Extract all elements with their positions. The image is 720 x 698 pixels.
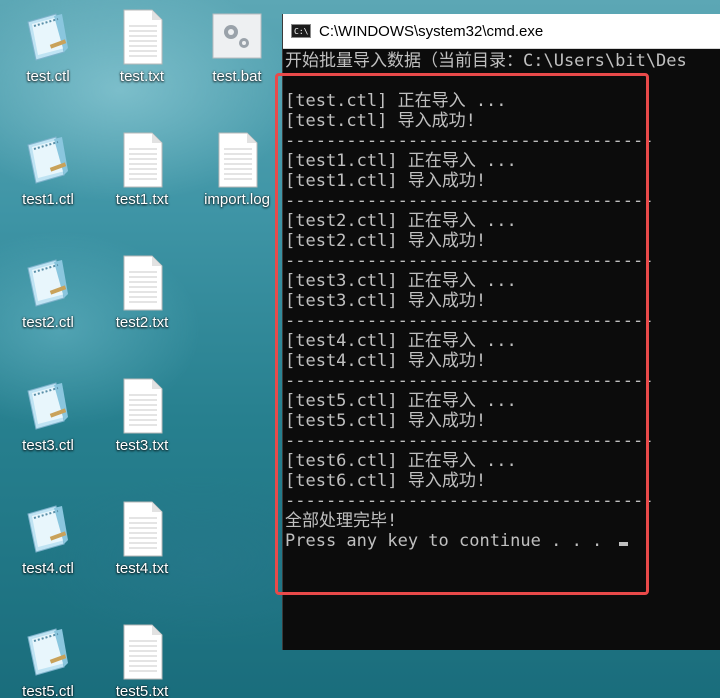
desktop-icon-test5-ctl[interactable]: test5.ctl <box>0 623 96 698</box>
console-line: [test2.ctl] 导入成功! <box>285 231 487 251</box>
console-line: ------------------------------------ <box>285 131 654 151</box>
icon-label: test1.txt <box>115 191 169 208</box>
desktop-icon-test1-ctl[interactable]: test1.ctl <box>0 131 96 223</box>
desktop-icon-test-txt[interactable]: test.txt <box>94 8 190 100</box>
console-line: [test4.ctl] 导入成功! <box>285 351 487 371</box>
console-line: [test4.ctl] 正在导入 ... <box>285 331 517 351</box>
ctl-file-icon <box>20 8 76 66</box>
bat-file-icon <box>209 8 265 66</box>
console-line: [test6.ctl] 导入成功! <box>285 471 487 491</box>
txt-file-icon <box>209 131 265 189</box>
console-line: [test.ctl] 正在导入 ... <box>285 91 507 111</box>
txt-file-icon <box>114 131 170 189</box>
desktop-icon-test5-txt[interactable]: test5.txt <box>94 623 190 698</box>
console-line: ------------------------------------ <box>285 311 654 331</box>
console-line: [test5.ctl] 导入成功! <box>285 411 487 431</box>
txt-file-icon <box>114 500 170 558</box>
console-line: ------------------------------------ <box>285 191 654 211</box>
console-line: [test3.ctl] 导入成功! <box>285 291 487 311</box>
icon-label: test.txt <box>119 68 165 85</box>
txt-file-icon <box>114 377 170 435</box>
icon-label: test4.txt <box>115 560 169 577</box>
icon-label: test3.ctl <box>22 437 74 454</box>
desktop-icon-test2-ctl[interactable]: test2.ctl <box>0 254 96 346</box>
console-line: Press any key to continue . . . <box>285 531 720 551</box>
icon-label: import.log <box>204 191 270 208</box>
desktop-icon-test1-txt[interactable]: test1.txt <box>94 131 190 223</box>
icon-label: test3.txt <box>115 437 169 454</box>
console-line: [test1.ctl] 导入成功! <box>285 171 487 191</box>
ctl-file-icon <box>20 131 76 189</box>
icon-label: test2.txt <box>115 314 169 331</box>
cmd-window[interactable]: C:\ C:\WINDOWS\system32\cmd.exe 开始批量导入数据… <box>282 14 720 650</box>
txt-file-icon <box>114 8 170 66</box>
icon-label: test.ctl <box>26 68 70 85</box>
console-line: ------------------------------------ <box>285 491 654 511</box>
console-line: ------------------------------------ <box>285 431 654 451</box>
ctl-file-icon <box>20 377 76 435</box>
console-line: [test5.ctl] 正在导入 ... <box>285 391 517 411</box>
ctl-file-icon <box>20 623 76 681</box>
desktop-icon-test-ctl[interactable]: test.ctl <box>0 8 96 100</box>
desktop-icon-test3-txt[interactable]: test3.txt <box>94 377 190 469</box>
console-line: [test6.ctl] 正在导入 ... <box>285 451 517 471</box>
icon-label: test5.ctl <box>22 683 74 698</box>
window-titlebar[interactable]: C:\ C:\WINDOWS\system32\cmd.exe <box>283 14 720 49</box>
desktop-icon-import-log[interactable]: import.log <box>189 131 285 223</box>
cmd-icon: C:\ <box>291 24 311 38</box>
desktop-icon-test4-txt[interactable]: test4.txt <box>94 500 190 592</box>
icon-label: test1.ctl <box>22 191 74 208</box>
desktop-icon-test4-ctl[interactable]: test4.ctl <box>0 500 96 592</box>
ctl-file-icon <box>20 500 76 558</box>
icon-label: test4.ctl <box>22 560 74 577</box>
icon-label: test.bat <box>212 68 262 85</box>
console-line: [test.ctl] 导入成功! <box>285 111 476 131</box>
console-line: [test1.ctl] 正在导入 ... <box>285 151 517 171</box>
console-line: ------------------------------------ <box>285 251 654 271</box>
desktop-icon-test-bat[interactable]: test.bat <box>189 8 285 100</box>
desktop-icon-test3-ctl[interactable]: test3.ctl <box>0 377 96 469</box>
console-line: [test2.ctl] 正在导入 ... <box>285 211 517 231</box>
icon-label: test2.ctl <box>22 314 74 331</box>
console-output[interactable]: 开始批量导入数据（当前目录：C:\Users\bit\Des [test.ctl]… <box>283 49 720 651</box>
console-line: 全部处理完毕! <box>285 511 398 531</box>
txt-file-icon <box>114 623 170 681</box>
console-line: 开始批量导入数据（当前目录：C:\Users\bit\Des <box>285 51 687 71</box>
desktop-icon-test2-txt[interactable]: test2.txt <box>94 254 190 346</box>
txt-file-icon <box>114 254 170 312</box>
window-title: C:\WINDOWS\system32\cmd.exe <box>319 22 544 40</box>
icon-label: test5.txt <box>115 683 169 698</box>
text-cursor <box>618 542 628 546</box>
console-line: [test3.ctl] 正在导入 ... <box>285 271 517 291</box>
ctl-file-icon <box>20 254 76 312</box>
console-line: ------------------------------------ <box>285 371 654 391</box>
